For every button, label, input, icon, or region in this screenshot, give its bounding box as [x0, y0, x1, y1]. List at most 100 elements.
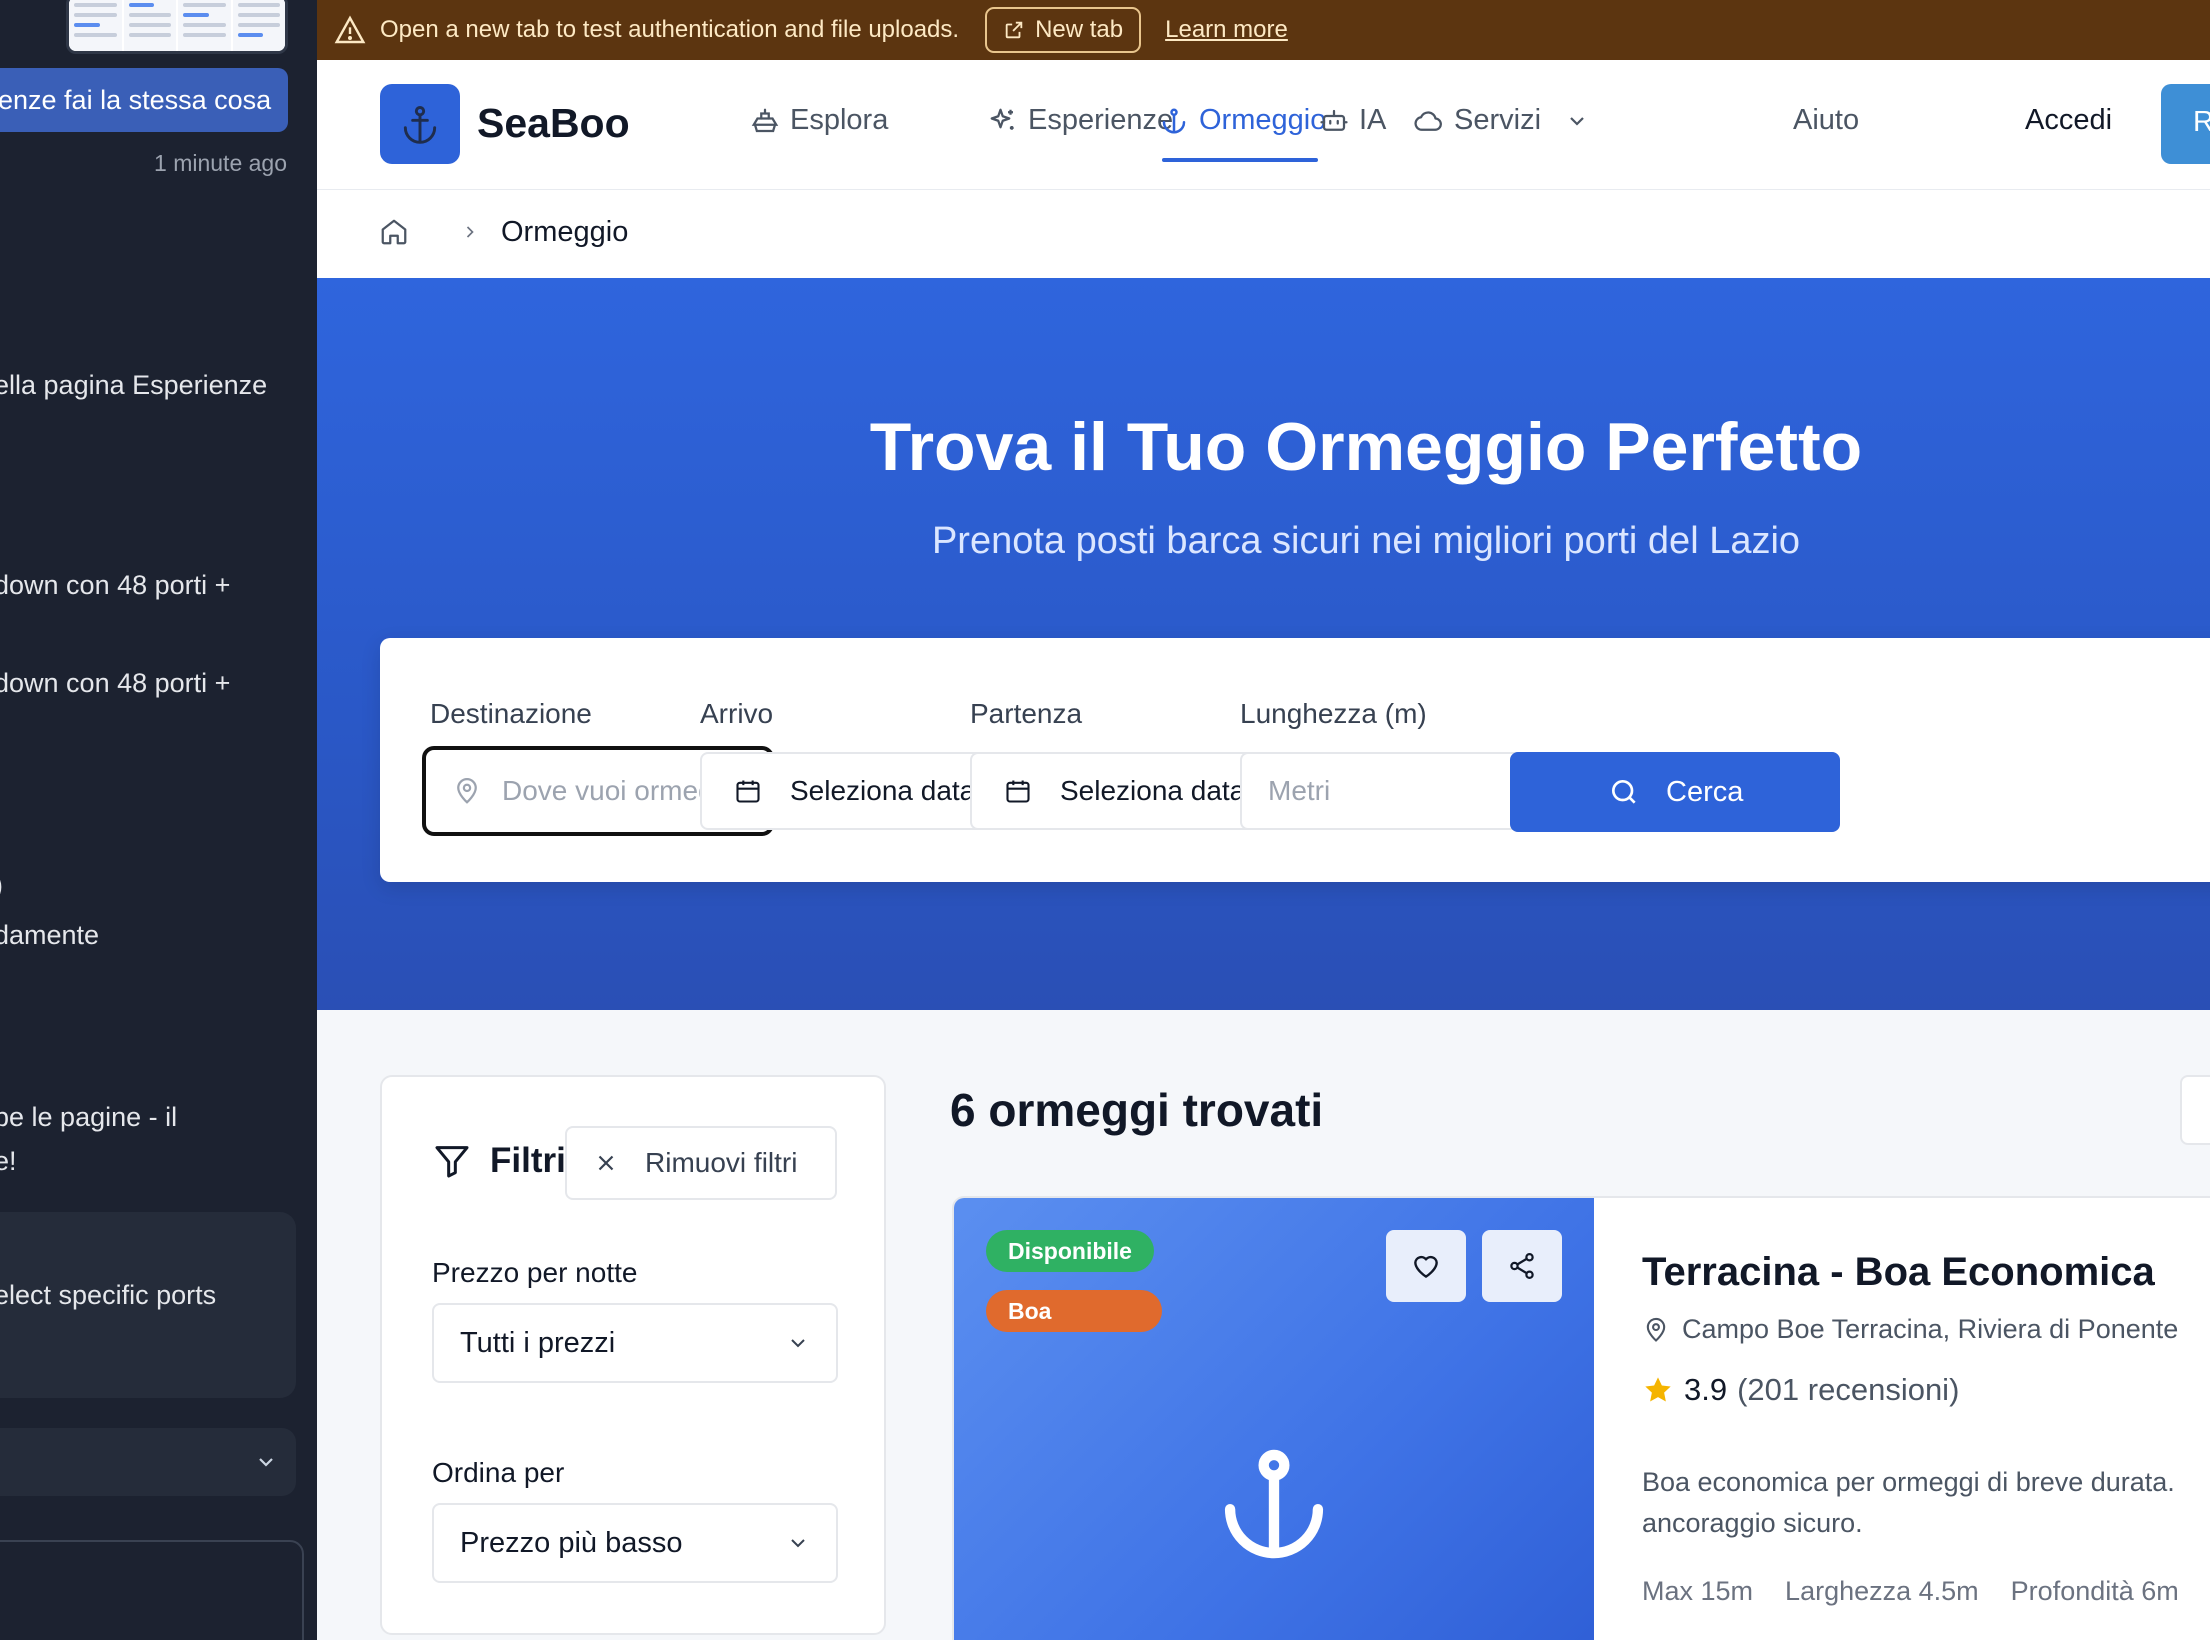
nav-label: Esplora: [790, 104, 889, 136]
cloud-icon: [1412, 106, 1444, 136]
model-select[interactable]: [0, 1428, 296, 1496]
sort-select[interactable]: Prezzo più basso: [432, 1503, 838, 1583]
arrival-value: Seleziona data: [790, 775, 976, 806]
clear-filters-label: Rimuovi filtri: [645, 1147, 798, 1178]
chat-message-line: ): [0, 870, 3, 901]
price-filter-value: Tutti i prezzi: [460, 1326, 616, 1359]
chat-message-line: down con 48 porti +: [0, 570, 231, 600]
search-button-label: Cerca: [1666, 775, 1744, 808]
listing-card[interactable]: Disponibile Boa Terracina - Boa Economic…: [952, 1196, 2210, 1640]
departure-label: Partenza: [970, 698, 1083, 729]
new-tab-button[interactable]: New tab: [985, 7, 1142, 53]
chat-sidebar: enze fai la stessa cosa 1 minute ago ell…: [0, 0, 317, 1640]
availability-badge: Disponibile: [986, 1230, 1154, 1272]
screenshot-thumbnail[interactable]: [66, 0, 288, 54]
calendar-icon: [734, 777, 762, 805]
view-toggle-button[interactable]: [2180, 1075, 2210, 1145]
length-placeholder: Metri: [1268, 775, 1331, 806]
chat-message-line: ella pagina Esperienze: [0, 370, 268, 400]
chat-input[interactable]: [0, 1540, 304, 1640]
chat-message-line: down con 48 porti +: [0, 668, 231, 698]
rating-value: 3.9: [1684, 1372, 1728, 1407]
nav-label: IA: [1359, 104, 1387, 136]
sort-label: Ordina per: [432, 1457, 565, 1488]
chat-message-line: be le pagine - il: [0, 1102, 178, 1132]
share-button[interactable]: [1482, 1230, 1562, 1302]
sort-value: Prezzo più basso: [460, 1526, 683, 1559]
anchor-icon: [1212, 1442, 1336, 1566]
nav-servizi[interactable]: Servizi: [1412, 104, 1589, 137]
heart-icon: [1410, 1250, 1442, 1282]
star-icon: [1642, 1374, 1674, 1406]
nav-ia[interactable]: IA: [1319, 104, 1386, 137]
map-pin-icon: [452, 776, 482, 806]
nav-ormeggio[interactable]: Ormeggio: [1159, 104, 1326, 137]
hero-title: Trova il Tuo Ormeggio Perfetto: [869, 409, 1863, 485]
nav-label: Aiuto: [1793, 104, 1860, 136]
chat-message-line: damente: [0, 920, 100, 950]
brand-name[interactable]: SeaBoo: [477, 100, 630, 147]
length-label: Lunghezza (m): [1240, 698, 1427, 729]
chevron-down-icon: [254, 1450, 278, 1474]
nav-esperienze[interactable]: Esperienze: [988, 104, 1173, 137]
chevron-down-icon: [1565, 109, 1589, 133]
destination-label: Destinazione: [430, 698, 592, 729]
spec-max-length: Max 15m: [1642, 1576, 1754, 1606]
top-navigation: SeaBoo Esplora Esperienze Ormeggio IA Se…: [317, 60, 2210, 190]
price-filter-select[interactable]: Tutti i prezzi: [432, 1303, 838, 1383]
review-count: (201 recensioni): [1737, 1372, 1960, 1407]
breadcrumb-current: Ormeggio: [501, 216, 629, 248]
search-icon: [1608, 776, 1640, 808]
map-pin-icon: [1642, 1316, 1670, 1344]
listing-location: Campo Boe Terracina, Riviera di Ponente: [1642, 1314, 2178, 1345]
price-filter-label: Prezzo per notte: [432, 1257, 638, 1288]
breadcrumb: Ormeggio: [317, 190, 2210, 278]
favorite-button[interactable]: [1386, 1230, 1466, 1302]
warning-icon: [334, 14, 366, 46]
chevron-right-icon: [460, 220, 480, 244]
banner-message: Open a new tab to test authentication an…: [380, 16, 960, 43]
nav-label: Servizi: [1454, 104, 1542, 136]
external-link-icon: [1003, 19, 1025, 41]
share-icon: [1507, 1251, 1537, 1281]
calendar-icon: [1004, 777, 1032, 805]
arrival-label: Arrivo: [700, 698, 774, 729]
sparkles-icon: [988, 106, 1018, 136]
register-button[interactable]: R: [2161, 84, 2210, 164]
filters-title: Filtri: [490, 1141, 566, 1180]
chat-message-line: e!: [0, 1146, 17, 1176]
listing-title[interactable]: Terracina - Boa Economica: [1642, 1250, 2155, 1295]
listing-image[interactable]: Disponibile Boa: [954, 1198, 1594, 1640]
listing-description: Boa economica per ormeggi di breve durat…: [1642, 1467, 2175, 1538]
listing-specs: Max 15m Larghezza 4.5m Profondità 6m: [1642, 1576, 2179, 1607]
brand-logo[interactable]: [380, 84, 460, 164]
filters-heading: Filtri: [432, 1141, 566, 1181]
location-text: Campo Boe Terracina, Riviera di Ponente: [1682, 1314, 2179, 1344]
spec-width: Larghezza 4.5m: [1785, 1576, 1979, 1606]
close-icon: [593, 1150, 619, 1176]
results-count: 6 ormeggi trovati: [950, 1084, 1324, 1136]
new-tab-label: New tab: [1035, 16, 1124, 43]
message-timestamp: 1 minute ago: [154, 150, 287, 176]
type-badge: Boa: [986, 1290, 1162, 1332]
departure-value: Seleziona data: [1060, 775, 1246, 806]
chat-message-active[interactable]: enze fai la stessa cosa: [0, 68, 288, 132]
bot-icon: [1319, 106, 1349, 136]
nav-label: Esperienze: [1028, 104, 1174, 136]
chevron-down-icon: [786, 1331, 810, 1355]
search-button[interactable]: Cerca: [1510, 752, 1840, 832]
chat-message-line: elect specific ports: [0, 1280, 217, 1310]
login-link[interactable]: Accedi: [2025, 104, 2112, 137]
nav-aiuto[interactable]: Aiuto: [1793, 104, 1859, 137]
home-icon[interactable]: [379, 216, 409, 248]
active-tab-indicator: [1162, 158, 1318, 162]
filters-panel: Filtri Rimuovi filtri Prezzo per notte T…: [380, 1075, 886, 1635]
filter-icon: [432, 1141, 472, 1181]
search-form: Destinazione Dove vuoi ormeggi Arrivo Se…: [380, 638, 2210, 882]
hero-subtitle: Prenota posti barca sicuri nei migliori …: [931, 520, 1801, 562]
learn-more-link[interactable]: Learn more: [1165, 16, 1288, 44]
clear-filters-button[interactable]: Rimuovi filtri: [565, 1126, 837, 1200]
spec-depth: Profondità 6m: [2010, 1576, 2179, 1606]
nav-esplora[interactable]: Esplora: [750, 104, 888, 137]
nav-label: Ormeggio: [1199, 104, 1327, 136]
